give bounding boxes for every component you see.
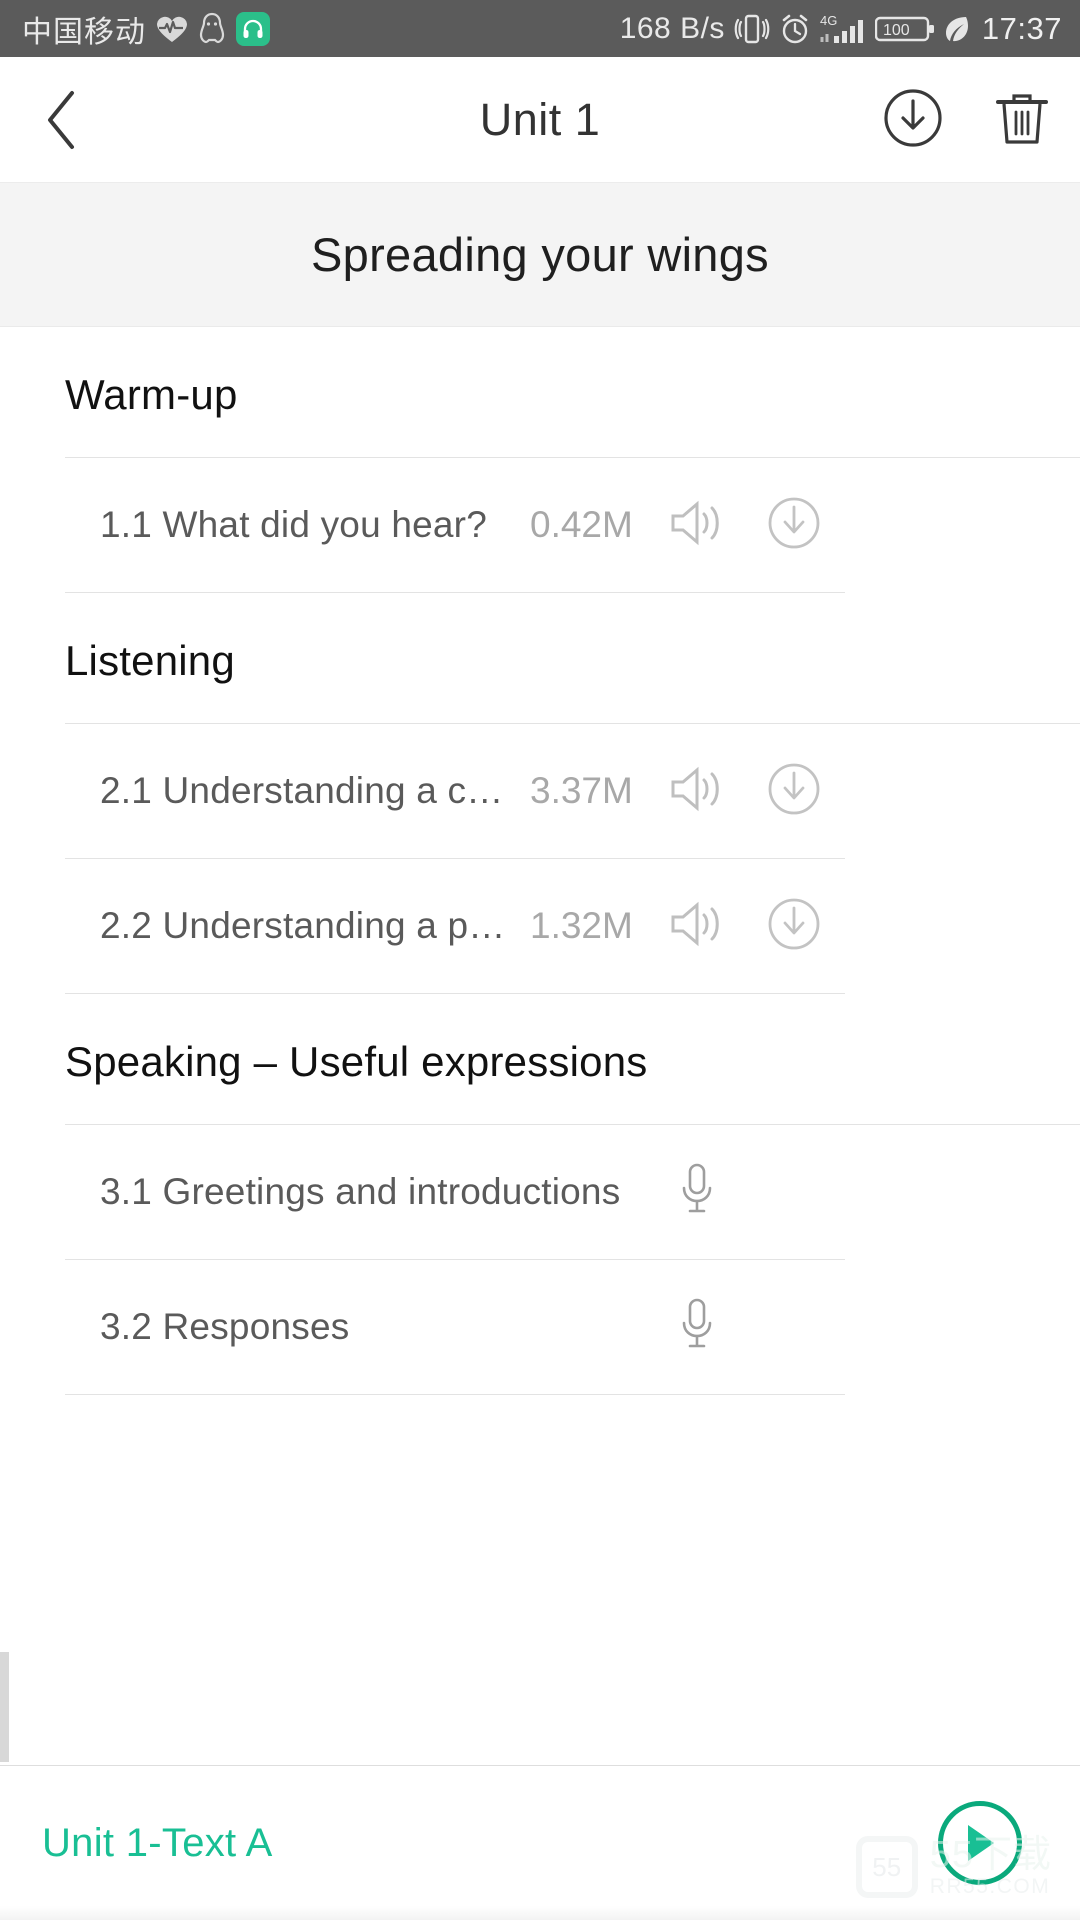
unit-subtitle-banner: Spreading your wings <box>0 183 1080 327</box>
trash-icon <box>996 93 1048 144</box>
download-circle-icon <box>884 88 942 147</box>
table-row[interactable]: 2.1 Understanding a c… 3.37M <box>0 724 1080 858</box>
row-label: 1.1 What did you hear? <box>100 504 487 545</box>
microphone-icon <box>682 1163 712 1212</box>
speaker-icon <box>671 901 719 946</box>
row-filesize: 0.42M <box>530 504 633 545</box>
microphone-button[interactable] <box>676 1296 718 1359</box>
speaker-button[interactable] <box>668 763 724 820</box>
chevron-left-icon <box>48 91 74 149</box>
microphone-button[interactable] <box>676 1161 718 1224</box>
table-row[interactable]: 3.2 Responses <box>0 1260 1080 1394</box>
table-row[interactable]: 1.1 What did you hear? 0.42M <box>0 458 1080 592</box>
alarm-clock-icon <box>779 13 811 45</box>
section-header-speaking: Speaking – Useful expressions <box>65 1038 648 1085</box>
battery-level-text: 100 <box>883 22 910 39</box>
speaker-button[interactable] <box>668 898 724 955</box>
speaker-button[interactable] <box>668 497 724 554</box>
carrier-label: 中国移动 <box>22 15 146 49</box>
table-row[interactable]: 3.1 Greetings and introductions <box>0 1125 1080 1259</box>
download-all-button[interactable] <box>882 87 944 154</box>
app-screen: 中国移动 168 B/s 4G 100 17:37 Unit 1 Spreadi… <box>0 0 1080 1920</box>
section-header-warm-up: Warm-up <box>65 371 238 418</box>
vibrate-icon <box>734 12 770 46</box>
svg-text:4G: 4G <box>820 13 837 28</box>
scrollbar-thumb[interactable] <box>0 1652 9 1762</box>
row-label: 2.2 Understanding a p… <box>100 905 506 946</box>
table-row[interactable]: 2.2 Understanding a p… 1.32M <box>0 859 1080 993</box>
microphone-icon <box>682 1298 712 1347</box>
delete-button[interactable] <box>994 87 1050 154</box>
content-list: Warm-up 1.1 What did you hear? 0.42M Lis… <box>0 327 1080 1395</box>
header-actions <box>882 57 1050 183</box>
speaker-icon <box>671 766 719 811</box>
row-label: 2.1 Understanding a c… <box>100 770 504 811</box>
qq-penguin-icon <box>198 12 226 46</box>
row-label: 3.2 Responses <box>100 1306 350 1347</box>
watermark-logo: 55 <box>855 1836 918 1898</box>
signal-bars-icon: 4G <box>820 12 866 46</box>
row-filesize: 3.37M <box>530 770 633 811</box>
nav-bar-hint <box>0 1906 1080 1920</box>
heart-rate-icon <box>156 15 188 43</box>
row-label: 3.1 Greetings and introductions <box>100 1171 621 1212</box>
back-button[interactable] <box>22 57 102 183</box>
download-button[interactable] <box>766 896 822 957</box>
watermark-main: 55下载 <box>929 1834 1052 1877</box>
watermark: 55 55下载 RR55.COM <box>855 1834 1052 1898</box>
watermark-sub: RR55.COM <box>929 1874 1051 1898</box>
status-bar: 中国移动 168 B/s 4G 100 17:37 <box>0 0 1080 57</box>
status-bar-right: 168 B/s 4G 100 17:37 <box>620 11 1062 47</box>
row-filesize: 1.32M <box>530 905 633 946</box>
divider <box>65 1394 845 1395</box>
player-track-title[interactable]: Unit 1-Text A <box>42 1821 273 1866</box>
speaker-icon <box>671 500 719 545</box>
battery-icon: 100 <box>874 14 935 44</box>
download-button[interactable] <box>766 495 822 556</box>
network-speed-label: 168 B/s <box>619 11 725 45</box>
download-circle-icon <box>768 497 820 548</box>
download-circle-icon <box>768 898 820 949</box>
headphone-badge-icon <box>236 11 270 46</box>
leaf-icon <box>944 14 970 44</box>
download-circle-icon <box>768 763 820 814</box>
section-header-listening: Listening <box>65 637 235 684</box>
app-header: Unit 1 <box>0 57 1080 183</box>
watermark-text: 55下载 RR55.COM <box>929 1834 1052 1898</box>
status-bar-left: 中国移动 <box>22 7 270 51</box>
unit-subtitle: Spreading your wings <box>311 228 769 281</box>
clock-label: 17:37 <box>981 10 1062 46</box>
download-button[interactable] <box>766 761 822 822</box>
